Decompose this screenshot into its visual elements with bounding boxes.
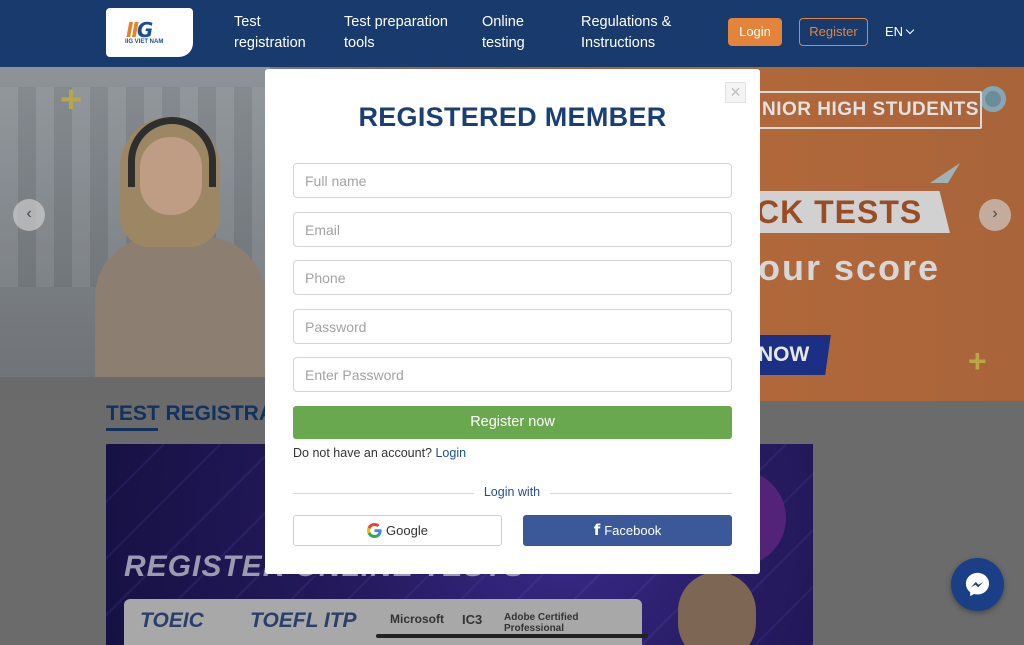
- carousel-next-button[interactable]: ›: [979, 199, 1011, 231]
- promo-person: [678, 572, 756, 645]
- email-input[interactable]: [293, 212, 732, 247]
- login-with-label: Login with: [474, 485, 550, 499]
- header-register-button[interactable]: Register: [799, 18, 868, 46]
- nav-online-testing[interactable]: Online testing: [482, 12, 525, 54]
- google-label: Google: [386, 523, 428, 538]
- full-name-input[interactable]: [293, 163, 732, 198]
- nav-label-line2: testing: [482, 35, 525, 51]
- carousel-prev-button[interactable]: ‹: [13, 199, 45, 231]
- nav-label-line2: registration: [234, 35, 306, 51]
- section-title-underline: [106, 428, 158, 431]
- circle-decor-icon: [980, 86, 1006, 112]
- nav-label-line1: Test: [234, 14, 261, 30]
- hero-photo: [0, 67, 270, 401]
- plus-decor-icon: +: [968, 343, 987, 379]
- google-login-button[interactable]: Google: [293, 515, 502, 546]
- messenger-chat-button[interactable]: [951, 558, 1004, 611]
- hero-tag: NIOR HIGH STUDENTS: [742, 91, 982, 129]
- horizontal-scrollbar[interactable]: [376, 634, 648, 638]
- ic3-logo: IC3: [462, 612, 483, 627]
- microsoft-logo: Microsoft: [390, 612, 444, 626]
- password-input[interactable]: [293, 309, 732, 344]
- no-account-text: Do not have an account?: [293, 446, 432, 460]
- nav-regulations-instructions[interactable]: Regulations & Instructions: [581, 12, 671, 54]
- hero-score-text: our score: [758, 247, 941, 288]
- facebook-icon: f: [593, 521, 601, 539]
- header-login-button[interactable]: Login: [728, 18, 782, 46]
- phone-input[interactable]: [293, 260, 732, 295]
- hero-cta-text[interactable]: NOW: [758, 335, 809, 375]
- modal-title: REGISTERED MEMBER: [358, 102, 667, 132]
- register-now-button[interactable]: Register now: [293, 406, 732, 439]
- chevron-down-icon: [905, 25, 915, 35]
- facebook-login-button[interactable]: f Facebook: [523, 515, 732, 546]
- language-label: EN: [885, 24, 904, 39]
- logo-text: IIG VIET NAM: [125, 39, 164, 45]
- toefl-itp-logo: TOEFL ITP: [250, 609, 357, 632]
- paper-plane-icon: [930, 163, 960, 183]
- divider-right: [548, 493, 732, 494]
- close-modal-button[interactable]: ×: [725, 82, 746, 103]
- google-icon: [367, 523, 382, 539]
- messenger-icon: [965, 572, 990, 597]
- nav-test-preparation-tools[interactable]: Test preparation tools: [344, 12, 448, 54]
- adobe-logo: Adobe Certified Professional: [504, 612, 579, 634]
- nav-label-line1: Online: [482, 14, 524, 30]
- divider-left: [293, 493, 476, 494]
- nav-label-line2: Instructions: [581, 35, 656, 51]
- toeic-logo: TOEIC: [140, 609, 204, 632]
- plus-decor-icon: +: [60, 79, 83, 121]
- hero-ribbon-text: CK TESTS: [756, 194, 923, 230]
- site-logo[interactable]: IIG IIG VIET NAM: [106, 8, 193, 57]
- nav-test-registration[interactable]: Test registration: [234, 12, 306, 54]
- desk: [0, 377, 270, 401]
- language-selector[interactable]: EN: [885, 24, 915, 39]
- section-title: TEST REGISTRAT: [106, 402, 286, 425]
- facebook-label: Facebook: [604, 523, 662, 538]
- site-header: IIG IIG VIET NAM Test registration Test …: [0, 0, 1024, 67]
- nav-label-line1: Test preparation: [344, 14, 448, 30]
- nav-label-line1: Regulations &: [581, 14, 672, 30]
- no-account-row: Do not have an account? Login: [293, 446, 466, 460]
- confirm-password-input[interactable]: [293, 357, 732, 392]
- login-link[interactable]: Login: [435, 446, 466, 460]
- nav-label-line2: tools: [344, 35, 375, 51]
